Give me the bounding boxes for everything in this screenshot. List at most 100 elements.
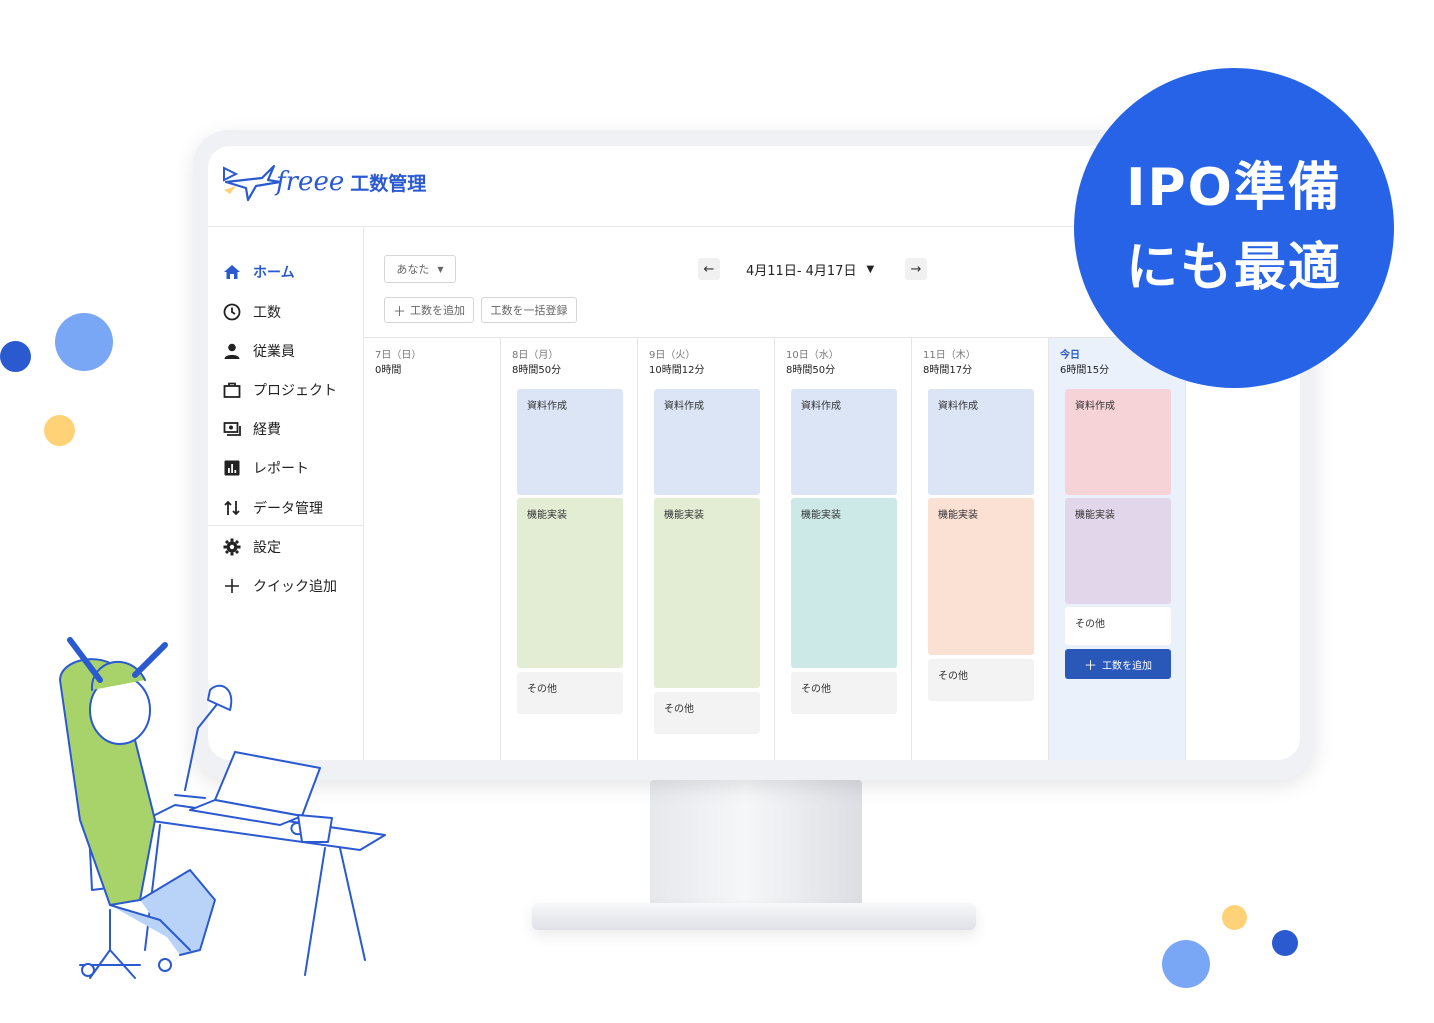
time-entry[interactable]: その他 [1065, 607, 1171, 645]
time-entry-label: 資料作成 [664, 401, 704, 412]
day-column: 8日（月） 8時間50分 資料作成 機能実装 その他 [501, 338, 638, 760]
time-entry[interactable]: 資料作成 [654, 389, 760, 495]
chart-icon [222, 458, 242, 478]
time-entry-label: 機能実装 [1075, 510, 1115, 521]
time-entry[interactable]: その他 [791, 672, 897, 714]
time-entry-label: 資料作成 [527, 401, 567, 412]
badge-line-2: にも最適 [1125, 238, 1342, 298]
sidebar-item-quick-add[interactable]: クイック追加 [222, 571, 337, 601]
time-entry[interactable]: その他 [928, 659, 1034, 701]
time-entry-label: その他 [1075, 619, 1105, 630]
time-entry-label: その他 [664, 704, 694, 715]
home-icon [222, 262, 242, 282]
day-hours: 6時間15分 [1060, 365, 1110, 376]
day-hours: 10時間12分 [649, 365, 705, 376]
sidebar-divider [208, 525, 363, 526]
day-hours: 0時間 [375, 365, 402, 376]
time-entry-label: 機能実装 [801, 510, 841, 521]
transfer-icon [222, 498, 242, 518]
decorative-dot [44, 415, 75, 446]
sidebar-item-label: 従業員 [253, 344, 295, 360]
bird-logo-icon [223, 164, 282, 202]
sidebar-item-label: 設定 [253, 540, 281, 556]
caret-down-icon: ▼ [437, 264, 444, 274]
time-entry-label: 機能実装 [527, 510, 567, 521]
time-entry[interactable]: 機能実装 [928, 498, 1034, 655]
day-hours: 8時間17分 [923, 365, 973, 376]
sidebar-item-settings[interactable]: 設定 [222, 532, 281, 562]
next-week-button[interactable]: → [905, 258, 927, 280]
day-date: 7日（日） [375, 350, 422, 361]
decorative-dot [1222, 905, 1247, 930]
day-date: 10日（水） [786, 350, 839, 361]
time-entry[interactable]: 機能実装 [654, 498, 760, 688]
time-entry[interactable]: 機能実装 [791, 498, 897, 668]
gear-icon [222, 537, 242, 557]
day-column: 10日（水） 8時間50分 資料作成 機能実装 その他 [775, 338, 912, 760]
person-at-desk-illustration [59, 637, 386, 979]
day-date: 11日（木） [923, 350, 976, 361]
time-entry-label: その他 [938, 671, 968, 682]
day-date: 9日（火） [649, 350, 696, 361]
sidebar-item-employees[interactable]: 従業員 [222, 336, 295, 366]
bulk-register-label: 工数を一括登録 [490, 304, 568, 317]
add-time-today-button[interactable]: ＋ 工数を追加 [1065, 649, 1171, 679]
day-column-today: 今日 6時間15分 資料作成 機能実装 その他 ＋ 工数を追加 [1049, 338, 1186, 760]
badge-line-1: IPO準備 [1126, 158, 1342, 218]
app-logo[interactable]: freee 工数管理 [222, 160, 426, 204]
time-entry[interactable]: 機能実装 [517, 498, 623, 668]
plus-icon: ＋ [392, 304, 406, 320]
day-column: 11日（木） 8時間17分 資料作成 機能実装 その他 [912, 338, 1049, 760]
time-entry-label: 機能実装 [664, 510, 704, 521]
date-range-label: 4月11日- 4月17日 [746, 264, 857, 279]
monitor-stand [650, 780, 862, 910]
sidebar-item-label: プロジェクト [253, 383, 337, 399]
day-hours: 8時間50分 [786, 365, 836, 376]
sidebar-item-label: データ管理 [253, 501, 323, 517]
user-select-value: あなた [396, 263, 430, 276]
prev-week-button[interactable]: ← [698, 258, 720, 280]
time-entry[interactable]: その他 [654, 692, 760, 734]
time-entry-label: その他 [801, 684, 831, 695]
time-entry[interactable]: 機能実装 [1065, 498, 1171, 604]
day-column: 9日（火） 10時間12分 資料作成 機能実装 その他 [638, 338, 775, 760]
decorative-dot [1272, 930, 1298, 956]
time-entry[interactable]: 資料作成 [1065, 389, 1171, 495]
sidebar-item-projects[interactable]: プロジェクト [222, 375, 337, 405]
caret-down-icon: ▼ [866, 264, 875, 275]
arrow-left-icon: ← [703, 261, 715, 277]
monitor-base [532, 903, 976, 930]
day-hours: 8時間50分 [512, 365, 562, 376]
time-entry-label: 資料作成 [938, 401, 978, 412]
time-entry[interactable]: 資料作成 [928, 389, 1034, 495]
date-range-select[interactable]: 4月11日- 4月17日 ▼ [746, 260, 874, 279]
time-entry[interactable]: その他 [517, 672, 623, 714]
sidebar-item-label: クイック追加 [253, 579, 337, 595]
add-time-button[interactable]: ＋ 工数を追加 [384, 297, 474, 323]
time-entry-label: 資料作成 [801, 401, 841, 412]
user-select[interactable]: あなた ▼ [384, 255, 456, 283]
decorative-dot [0, 341, 31, 372]
sidebar-item-label: レポート [253, 461, 309, 477]
sidebar-item-reports[interactable]: レポート [222, 453, 309, 483]
sidebar-item-time[interactable]: 工数 [222, 297, 281, 327]
sidebar-item-expenses[interactable]: 経費 [222, 414, 281, 444]
decorative-dot [55, 313, 113, 371]
brand-name: freee [276, 167, 345, 197]
add-time-today-label: 工数を追加 [1102, 660, 1152, 672]
sidebar-item-label: 工数 [253, 305, 281, 321]
product-name: 工数管理 [350, 172, 427, 195]
sidebar-item-label: 経費 [253, 422, 281, 438]
arrow-right-icon: → [910, 261, 922, 277]
bulk-register-button[interactable]: 工数を一括登録 [481, 297, 577, 323]
plus-icon [222, 576, 242, 596]
time-entry[interactable]: 資料作成 [791, 389, 897, 495]
week-grid: 7日（日） 0時間 8日（月） 8時間50分 資料作成 機能実装 その他 9日（… [364, 337, 1300, 760]
decorative-dot [1162, 940, 1210, 988]
day-column-empty [1186, 338, 1300, 760]
ipo-badge: IPO準備 にも最適 [1074, 68, 1394, 388]
time-entry[interactable]: 資料作成 [517, 389, 623, 495]
sidebar-item-data[interactable]: データ管理 [222, 493, 323, 523]
sidebar-item-home[interactable]: ホーム [222, 257, 295, 287]
money-icon [222, 419, 242, 439]
